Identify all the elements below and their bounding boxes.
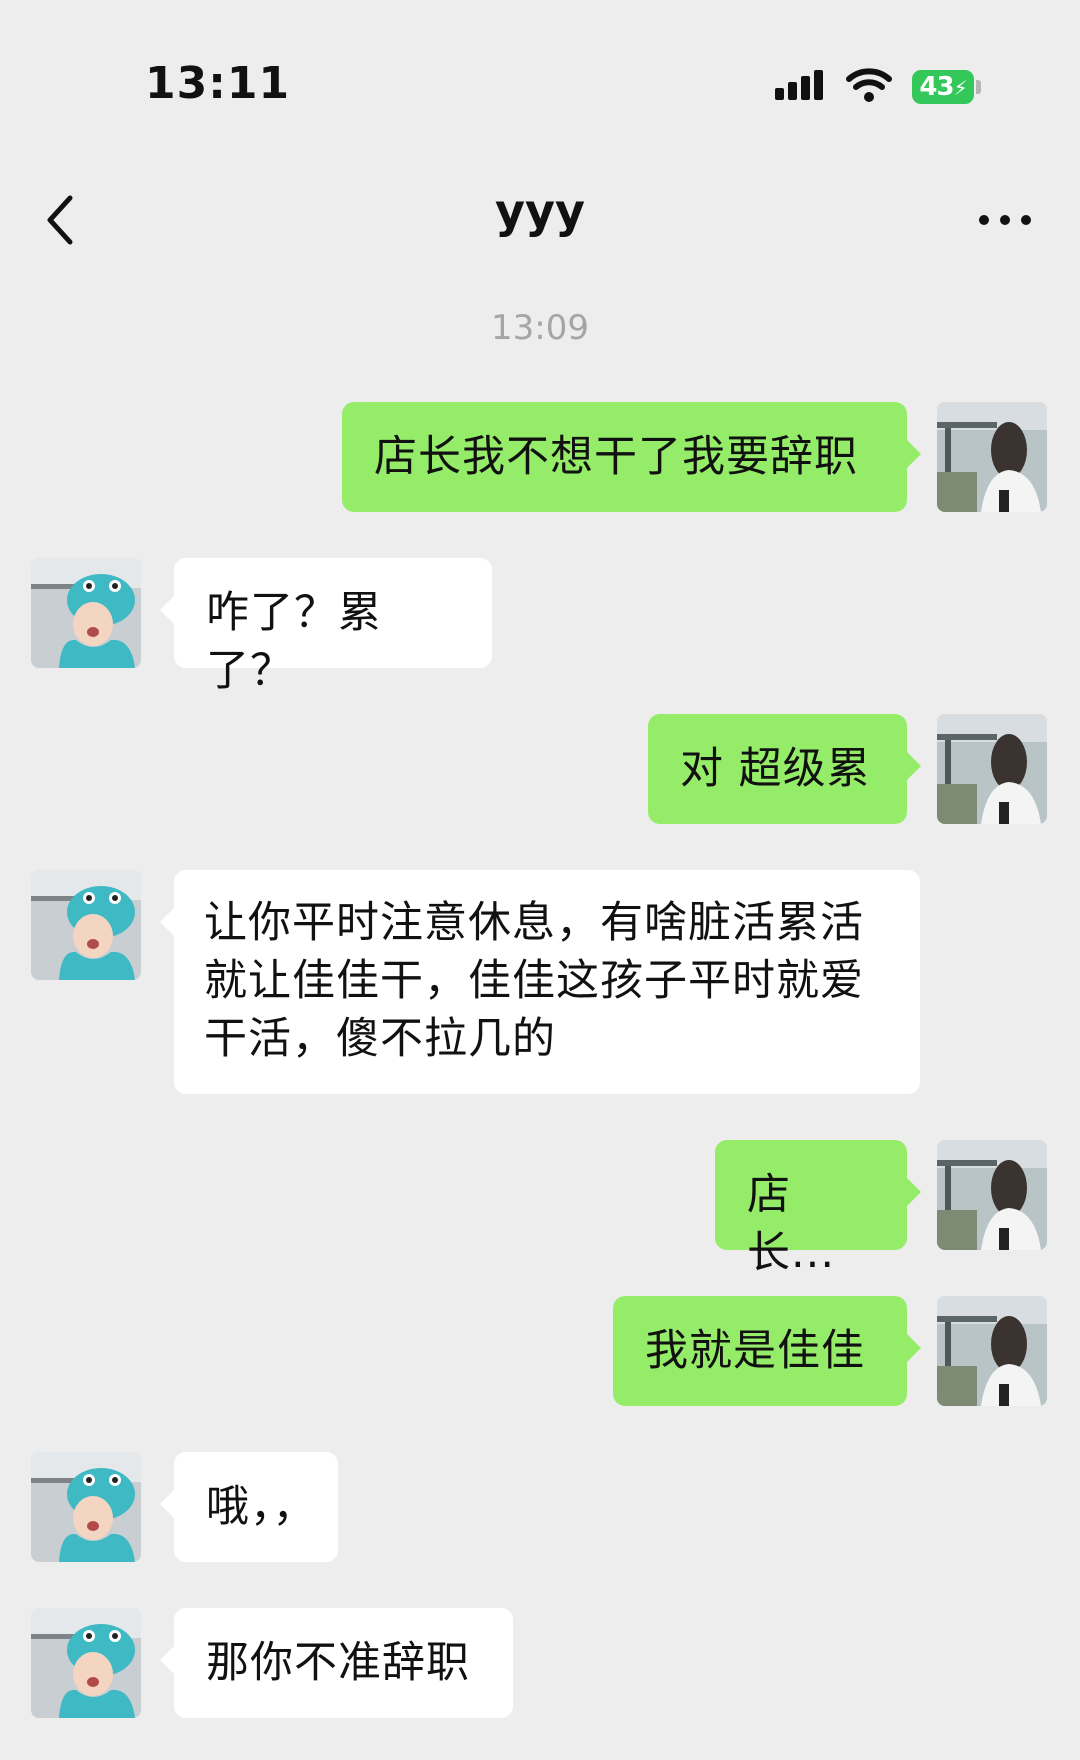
message-text: 哦，， — [206, 1482, 317, 1532]
contact-avatar[interactable] — [31, 1452, 141, 1562]
my-avatar[interactable] — [937, 402, 1047, 512]
outgoing-message[interactable]: 我就是佳佳 — [613, 1296, 921, 1406]
more-dots-icon[interactable] — [975, 190, 1035, 250]
incoming-message[interactable]: 让你平时注意休息，有啥脏活累活就让佳佳干，佳佳这孩子平时就爱干活，傻不拉几的 — [160, 870, 920, 1094]
contact-avatar-photo — [31, 558, 141, 668]
contact-avatar[interactable] — [31, 558, 141, 668]
message-text: 那你不准辞职 — [206, 1638, 470, 1688]
outgoing-message[interactable]: 对 超级累 — [648, 714, 921, 824]
battery-indicator: 43⚡ — [912, 70, 974, 104]
my-avatar-photo — [937, 714, 1047, 824]
status-bar: 13:11 43⚡ — [0, 0, 1080, 170]
message-text: 店长我不想干了我要辞职 — [374, 432, 858, 482]
wifi-icon — [846, 68, 892, 102]
my-avatar[interactable] — [937, 1296, 1047, 1406]
my-avatar[interactable] — [937, 1140, 1047, 1250]
contact-avatar[interactable] — [31, 870, 141, 980]
message-text: 让你平时注意休息，有啥脏活累活就让佳佳干，佳佳这孩子平时就爱干活，傻不拉几的 — [204, 898, 864, 1064]
chat-title: yyy — [495, 184, 585, 238]
incoming-message[interactable]: 那你不准辞职 — [160, 1608, 513, 1718]
message-text: 我就是佳佳 — [645, 1326, 865, 1376]
message-text: 咋了？累了？ — [206, 588, 382, 696]
contact-avatar-photo — [31, 870, 141, 980]
my-avatar[interactable] — [937, 714, 1047, 824]
chat-header: yyy — [0, 170, 1080, 290]
incoming-message[interactable]: 咋了？累了？ — [160, 558, 492, 696]
my-avatar-photo — [937, 1296, 1047, 1406]
contact-avatar-photo — [31, 1452, 141, 1562]
outgoing-message[interactable]: 店长... — [715, 1140, 921, 1278]
contact-avatar[interactable] — [31, 1608, 141, 1718]
outgoing-message[interactable]: 店长我不想干了我要辞职 — [342, 402, 921, 512]
cellular-signal-icon — [775, 70, 823, 100]
message-text: 店长... — [747, 1170, 836, 1278]
my-avatar-photo — [937, 402, 1047, 512]
contact-avatar-photo — [31, 1608, 141, 1718]
incoming-message[interactable]: 哦，， — [160, 1452, 338, 1562]
message-text: 对 超级累 — [680, 744, 871, 794]
message-timestamp: 13:09 — [491, 308, 589, 348]
battery-cap — [976, 80, 981, 94]
charging-bolt-icon: ⚡ — [953, 76, 968, 100]
battery-level: 43 — [919, 72, 954, 102]
status-time: 13:11 — [145, 58, 291, 109]
my-avatar-photo — [937, 1140, 1047, 1250]
